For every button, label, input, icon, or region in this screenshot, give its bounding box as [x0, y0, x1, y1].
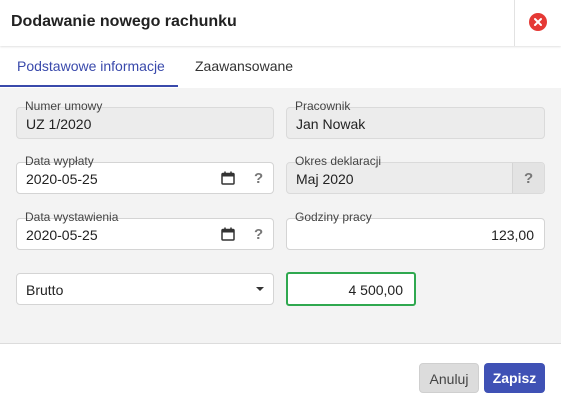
help-icon: ?: [524, 170, 534, 187]
contract-number-value: UZ 1/2020: [26, 116, 92, 132]
work-hours-value: 123,00: [491, 227, 534, 243]
employee-label: Pracownik: [293, 99, 353, 113]
amount-type-value: Brutto: [26, 282, 64, 298]
contract-number-field: Numer umowy UZ 1/2020: [16, 99, 274, 139]
contract-number-label: Numer umowy: [23, 99, 105, 113]
issue-date-label: Data wystawienia: [23, 210, 121, 224]
issue-date-field[interactable]: Data wystawienia 2020-05-25 ?: [16, 210, 274, 250]
declaration-period-label: Okres deklaracji: [293, 154, 384, 168]
payout-date-value: 2020-05-25: [26, 171, 98, 187]
issue-date-value: 2020-05-25: [26, 227, 98, 243]
payout-date-field[interactable]: Data wypłaty 2020-05-25 ?: [16, 154, 274, 194]
active-tab-indicator: [0, 85, 178, 87]
add-bill-dialog: Dodawanie nowego rachunku Podstawowe inf…: [0, 0, 561, 411]
tab-advanced[interactable]: Zaawansowane: [195, 46, 293, 88]
tab-bar: Podstawowe informacje Zaawansowane: [0, 46, 561, 88]
declaration-period-value: Maj 2020: [296, 171, 354, 187]
work-hours-field[interactable]: Godziny pracy 123,00: [286, 210, 545, 250]
calendar-icon[interactable]: [221, 227, 235, 246]
save-button[interactable]: Zapisz: [484, 363, 545, 393]
declaration-period-field: Okres deklaracji Maj 2020 ?: [286, 154, 545, 194]
amount-value: 4 500,00: [348, 282, 404, 298]
form-body: Numer umowy UZ 1/2020 Pracownik Jan Nowa…: [0, 88, 561, 344]
tab-basic-info[interactable]: Podstawowe informacje: [17, 46, 165, 88]
close-icon[interactable]: [529, 13, 547, 31]
chevron-down-icon: [256, 287, 264, 291]
payout-date-label: Data wypłaty: [23, 154, 96, 168]
calendar-icon[interactable]: [221, 171, 235, 190]
cancel-button[interactable]: Anuluj: [419, 363, 479, 393]
dialog-footer: Anuluj Zapisz: [0, 345, 561, 411]
employee-field: Pracownik Jan Nowak: [286, 99, 545, 139]
header-divider: [514, 0, 515, 46]
employee-value: Jan Nowak: [296, 116, 366, 132]
dialog-title: Dodawanie nowego rachunku: [11, 13, 237, 30]
declaration-period-help-button[interactable]: ?: [512, 163, 544, 193]
dialog-header: Dodawanie nowego rachunku: [0, 0, 561, 46]
help-icon[interactable]: ?: [254, 170, 263, 187]
amount-input[interactable]: 4 500,00: [286, 272, 416, 306]
work-hours-label: Godziny pracy: [293, 210, 374, 224]
help-icon[interactable]: ?: [254, 226, 263, 243]
amount-type-select[interactable]: Brutto: [16, 273, 274, 305]
